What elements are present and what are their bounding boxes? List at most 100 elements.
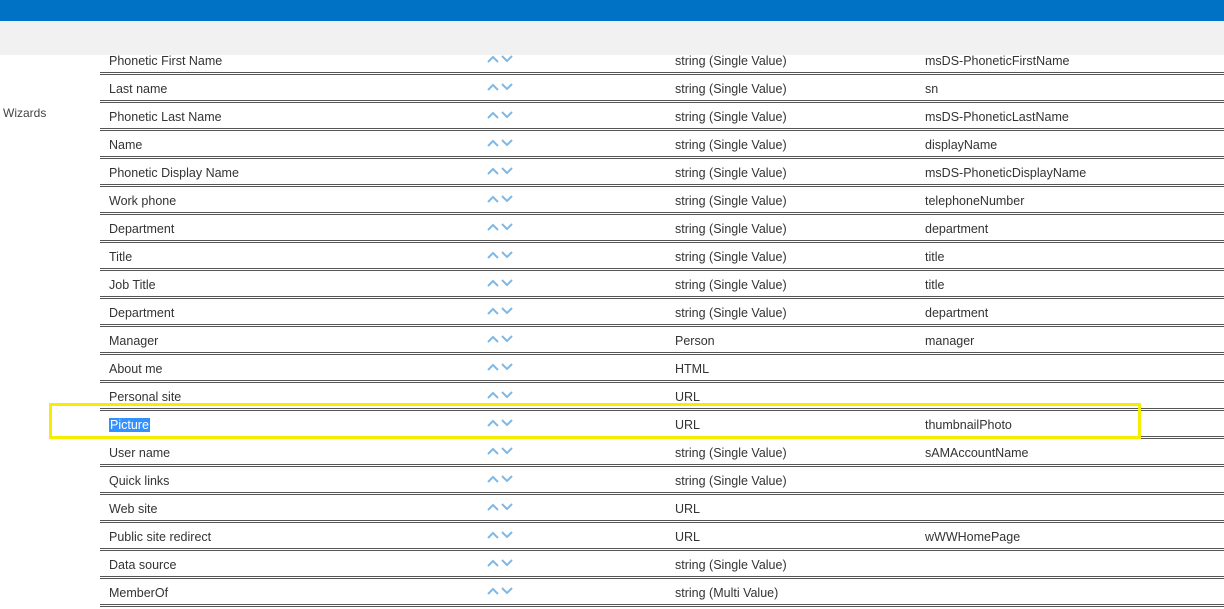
- move-up-icon[interactable]: [486, 334, 500, 344]
- selected-text: Picture: [109, 418, 150, 432]
- reorder-arrows: [486, 82, 516, 96]
- move-down-icon[interactable]: [500, 558, 514, 568]
- property-mapping: displayName: [925, 138, 998, 152]
- move-up-icon[interactable]: [486, 306, 500, 316]
- property-name[interactable]: User name: [109, 445, 170, 461]
- property-type: string (Single Value): [675, 82, 787, 96]
- property-name[interactable]: Phonetic First Name: [109, 53, 222, 69]
- property-type: string (Single Value): [675, 446, 787, 460]
- move-up-icon[interactable]: [486, 586, 500, 596]
- table-row: Phonetic Display Name string (Single Val…: [100, 159, 1224, 187]
- reorder-arrows: [486, 194, 516, 208]
- move-down-icon[interactable]: [500, 362, 514, 372]
- move-down-icon[interactable]: [500, 474, 514, 484]
- table-row: MemberOf string (Multi Value): [100, 579, 1224, 607]
- table-row: Public site redirect URL wWWHomePage: [100, 523, 1224, 551]
- property-mapping: msDS-PhoneticLastName: [925, 110, 1069, 124]
- property-name[interactable]: Job Title: [109, 277, 156, 293]
- property-name[interactable]: Picture: [109, 417, 150, 433]
- property-name[interactable]: Department: [109, 305, 174, 321]
- move-down-icon[interactable]: [500, 530, 514, 540]
- table-row: Department string (Single Value) departm…: [100, 215, 1224, 243]
- table-row: Web site URL: [100, 495, 1224, 523]
- move-down-icon[interactable]: [500, 194, 514, 204]
- property-name[interactable]: About me: [109, 361, 163, 377]
- property-name[interactable]: Data source: [109, 557, 176, 573]
- property-name[interactable]: Phonetic Display Name: [109, 165, 239, 181]
- table-row: Data source string (Single Value): [100, 551, 1224, 579]
- move-up-icon[interactable]: [486, 222, 500, 232]
- move-down-icon[interactable]: [500, 110, 514, 120]
- reorder-arrows: [486, 558, 516, 572]
- move-down-icon[interactable]: [500, 334, 514, 344]
- property-type: HTML: [675, 362, 710, 376]
- move-up-icon[interactable]: [486, 194, 500, 204]
- property-mapping: msDS-PhoneticFirstName: [925, 54, 1070, 68]
- property-type: string (Single Value): [675, 474, 787, 488]
- property-mapping: department: [925, 222, 989, 236]
- user-properties-table: Phonetic First Name string (Single Value…: [100, 47, 1224, 607]
- move-down-icon[interactable]: [500, 390, 514, 400]
- move-up-icon[interactable]: [486, 110, 500, 120]
- left-nav-wizards-label: Wizards: [3, 106, 47, 120]
- move-up-icon[interactable]: [486, 390, 500, 400]
- move-down-icon[interactable]: [500, 306, 514, 316]
- move-up-icon[interactable]: [486, 138, 500, 148]
- property-mapping: title: [925, 278, 945, 292]
- move-down-icon[interactable]: [500, 418, 514, 428]
- property-name[interactable]: Work phone: [109, 193, 176, 209]
- move-down-icon[interactable]: [500, 222, 514, 232]
- move-up-icon[interactable]: [486, 278, 500, 288]
- property-type: string (Single Value): [675, 306, 787, 320]
- property-name[interactable]: Phonetic Last Name: [109, 109, 222, 125]
- move-up-icon[interactable]: [486, 474, 500, 484]
- move-down-icon[interactable]: [500, 166, 514, 176]
- property-name[interactable]: Last name: [109, 81, 167, 97]
- move-down-icon[interactable]: [500, 54, 514, 64]
- property-name[interactable]: Department: [109, 221, 174, 237]
- move-down-icon[interactable]: [500, 82, 514, 92]
- property-name[interactable]: MemberOf: [109, 585, 168, 601]
- reorder-arrows: [486, 110, 516, 124]
- table-row: Department string (Single Value) departm…: [100, 299, 1224, 327]
- property-name[interactable]: Manager: [109, 333, 158, 349]
- property-type: string (Single Value): [675, 250, 787, 264]
- table-row: Last name string (Single Value) sn: [100, 75, 1224, 103]
- move-down-icon[interactable]: [500, 586, 514, 596]
- property-name[interactable]: Personal site: [109, 389, 181, 405]
- move-down-icon[interactable]: [500, 278, 514, 288]
- move-up-icon[interactable]: [486, 166, 500, 176]
- move-up-icon[interactable]: [486, 558, 500, 568]
- move-up-icon[interactable]: [486, 418, 500, 428]
- property-mapping: sAMAccountName: [925, 446, 1029, 460]
- move-down-icon[interactable]: [500, 250, 514, 260]
- reorder-arrows: [486, 474, 516, 488]
- move-down-icon[interactable]: [500, 446, 514, 456]
- reorder-arrows: [486, 390, 516, 404]
- property-type: URL: [675, 390, 701, 404]
- property-name[interactable]: Web site: [109, 501, 157, 517]
- property-name[interactable]: Quick links: [109, 473, 169, 489]
- property-name[interactable]: Public site redirect: [109, 529, 211, 545]
- property-type: string (Single Value): [675, 278, 787, 292]
- move-up-icon[interactable]: [486, 250, 500, 260]
- move-up-icon[interactable]: [486, 502, 500, 512]
- table-row: Name string (Single Value) displayName: [100, 131, 1224, 159]
- property-name[interactable]: Title: [109, 249, 132, 265]
- reorder-arrows: [486, 530, 516, 544]
- move-up-icon[interactable]: [486, 530, 500, 540]
- table-row-picture: Picture URL thumbnailPhoto: [100, 411, 1224, 439]
- left-nav-wizards[interactable]: Wizards: [3, 106, 46, 120]
- reorder-arrows: [486, 418, 516, 432]
- move-up-icon[interactable]: [486, 362, 500, 372]
- move-down-icon[interactable]: [500, 138, 514, 148]
- move-down-icon[interactable]: [500, 502, 514, 512]
- property-name[interactable]: Name: [109, 137, 142, 153]
- reorder-arrows: [486, 502, 516, 516]
- property-type: string (Single Value): [675, 558, 787, 572]
- move-up-icon[interactable]: [486, 54, 500, 64]
- reorder-arrows: [486, 138, 516, 152]
- move-up-icon[interactable]: [486, 446, 500, 456]
- move-up-icon[interactable]: [486, 82, 500, 92]
- property-type: string (Single Value): [675, 54, 787, 68]
